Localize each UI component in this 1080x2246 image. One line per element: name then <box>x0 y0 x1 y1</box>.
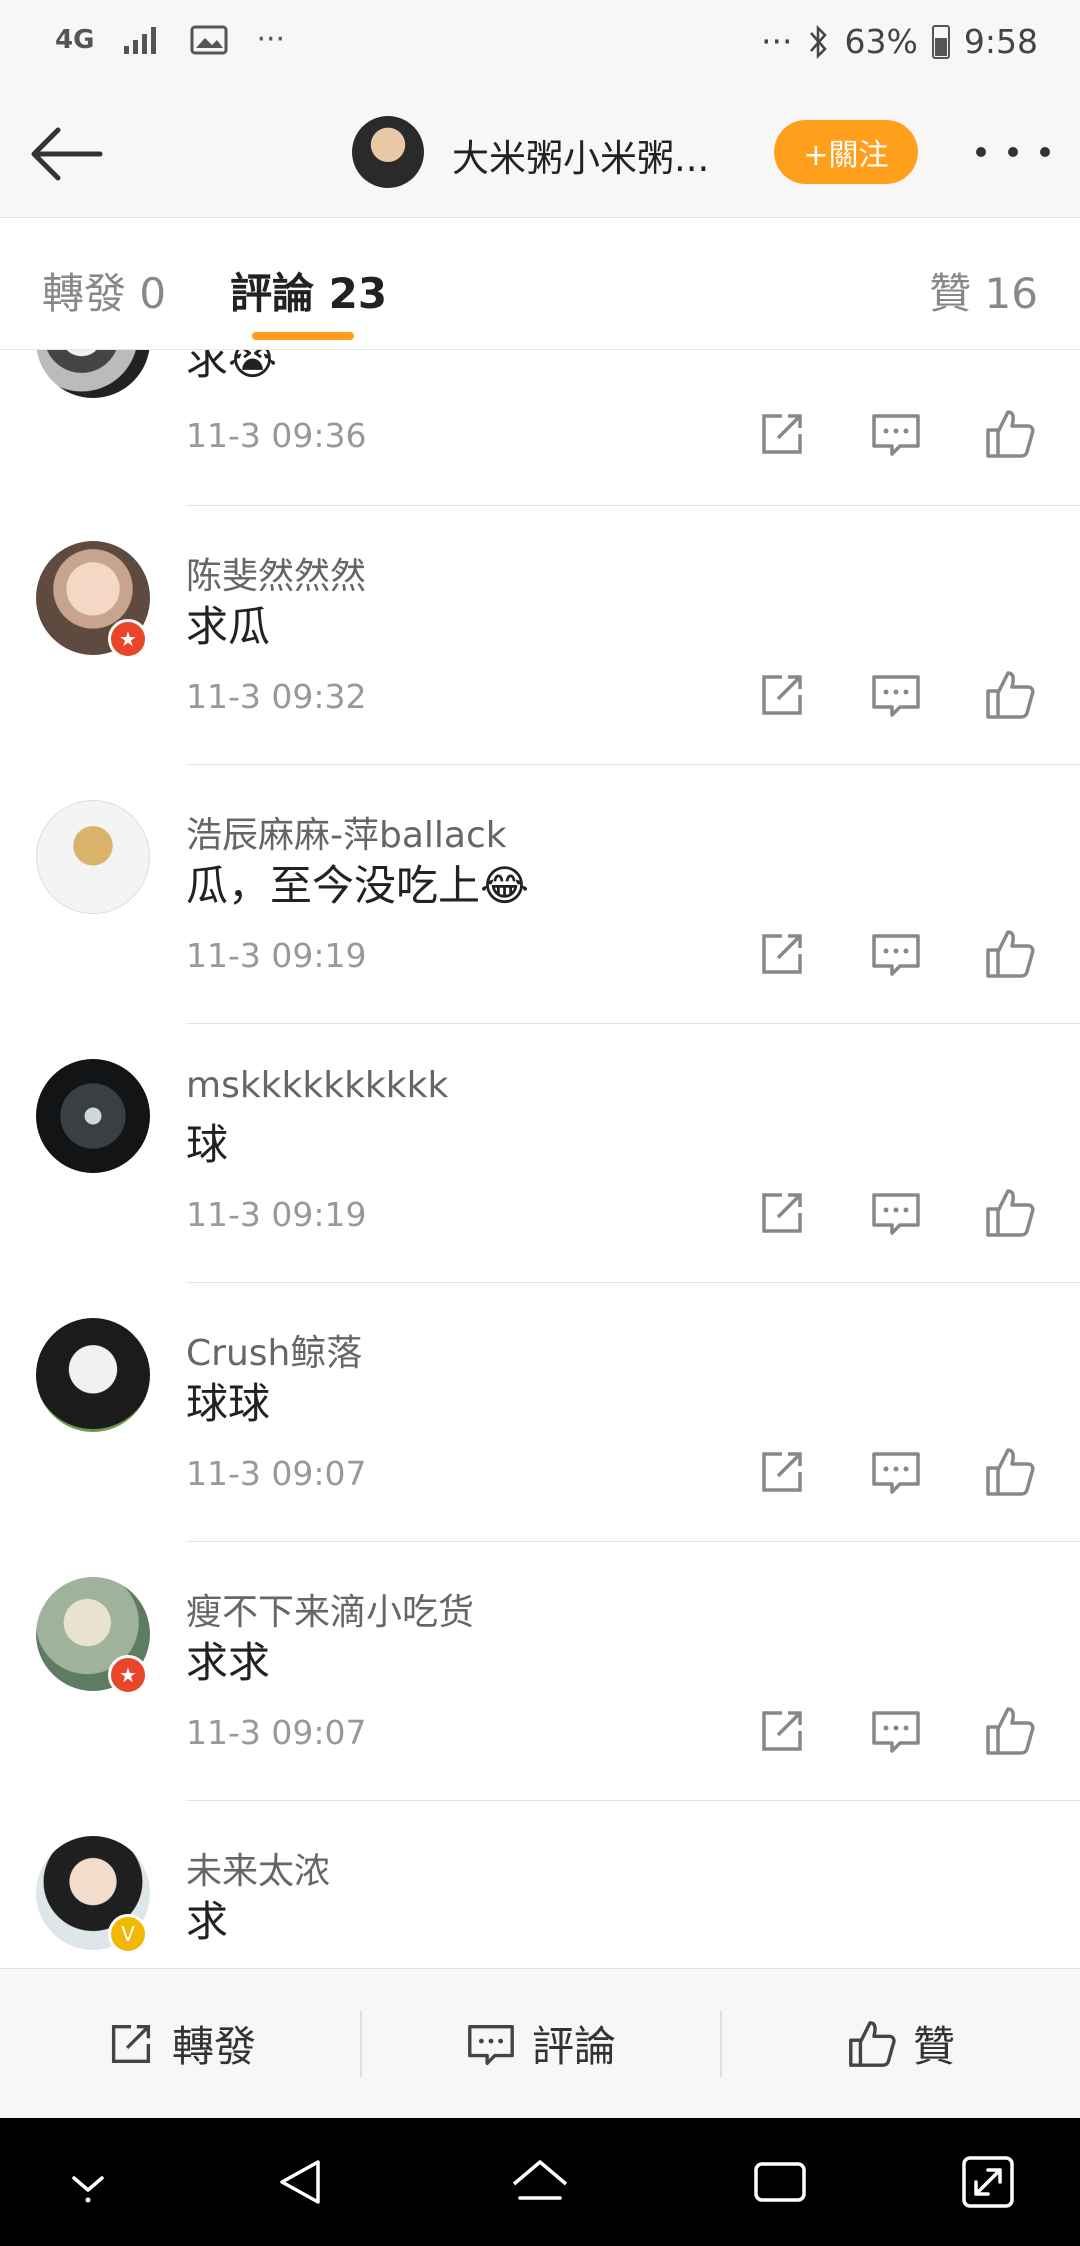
comment-text: 求😭 <box>186 350 278 384</box>
commenter-name[interactable]: mskkkkkkkkkk <box>186 1065 448 1106</box>
thumbs-up-icon <box>849 2020 896 2067</box>
tab-repost[interactable]: 轉發 0 <box>42 260 166 321</box>
comment-text: 求瓜 <box>186 602 271 651</box>
system-nav-bar <box>0 2118 1080 2246</box>
share-icon[interactable] <box>754 926 810 982</box>
comment-item: V 未来太浓 求 <box>0 1800 1080 1968</box>
reply-icon[interactable] <box>868 1703 924 1759</box>
share-icon[interactable] <box>754 1703 810 1759</box>
like-button[interactable]: 贊 <box>720 1969 1080 2118</box>
hide-keyboard-icon[interactable] <box>56 2150 120 2214</box>
tab-comments[interactable]: 評論 23 <box>230 260 387 321</box>
commenter-name[interactable]: 未来太浓 <box>186 1842 330 1894</box>
header: 大米粥小米粥... +關注 <box>0 90 1080 218</box>
home-nav-icon[interactable] <box>508 2150 572 2214</box>
active-tab-indicator <box>252 332 354 340</box>
commenter-avatar[interactable] <box>36 1318 150 1432</box>
more-options-icon[interactable] <box>976 132 1050 172</box>
thumbs-up-icon[interactable] <box>982 1185 1038 1241</box>
thumbs-up-icon[interactable] <box>982 926 1038 982</box>
vip-badge-icon: V <box>108 1914 148 1954</box>
status-bar: 4G ··· ··· 63% 9:58 <box>0 0 1080 90</box>
commenter-name[interactable]: Crush鲸落 <box>186 1324 362 1376</box>
comment-time: 11-3 09:19 <box>186 936 367 975</box>
comment-item: Crush鲸落 球球 11-3 09:07 <box>0 1282 1080 1542</box>
vip-badge-icon: ★ <box>108 619 148 659</box>
thumbs-up-icon[interactable] <box>982 1444 1038 1500</box>
comment-text: 球 <box>186 1120 229 1169</box>
share-icon[interactable] <box>754 1444 810 1500</box>
comment-time: 11-3 09:36 <box>186 416 367 455</box>
comment-time: 11-3 09:07 <box>186 1713 367 1752</box>
repost-label: 轉發 <box>171 2022 256 2071</box>
share-icon[interactable] <box>754 1185 810 1241</box>
author-avatar[interactable] <box>352 116 424 188</box>
reply-icon[interactable] <box>868 1185 924 1241</box>
screen-rotate-icon[interactable] <box>956 2150 1020 2214</box>
commenter-name[interactable]: 陈斐然然然 <box>186 547 366 599</box>
commenter-avatar[interactable] <box>36 1059 150 1173</box>
reply-icon[interactable] <box>868 406 924 462</box>
comment-label: 評論 <box>531 2022 616 2071</box>
commenter-name[interactable]: 浩辰麻麻-萍ballack <box>186 806 507 858</box>
tab-likes[interactable]: 贊 16 <box>929 260 1038 321</box>
battery-percent: 63% <box>844 22 918 61</box>
author-name[interactable]: 大米粥小米粥... <box>452 128 722 182</box>
comment-item: ★ 陈斐然然然 求瓜 11-3 09:32 <box>0 505 1080 765</box>
comment-list[interactable]: 求😭 11-3 09:36 ★ 陈斐然然然 求瓜 11-3 09:32 浩辰麻麻… <box>0 350 1080 1968</box>
follow-button[interactable]: +關注 <box>774 120 918 184</box>
share-icon[interactable] <box>754 667 810 723</box>
comment-button[interactable]: 評論 <box>360 1969 720 2118</box>
comment-time: 11-3 09:07 <box>186 1454 367 1493</box>
back-nav-icon[interactable] <box>268 2150 332 2214</box>
commenter-avatar[interactable] <box>36 800 150 914</box>
comment-time: 11-3 09:19 <box>186 1195 367 1234</box>
tab-bar: 轉發 0 評論 23 贊 16 <box>0 218 1080 350</box>
commenter-name[interactable]: 瘦不下来滴小吃货 <box>186 1583 474 1635</box>
thumbs-up-icon[interactable] <box>982 667 1038 723</box>
image-icon <box>190 25 228 54</box>
like-label: 贊 <box>912 2022 955 2071</box>
battery-icon <box>931 24 950 59</box>
network-indicator: 4G <box>55 24 95 55</box>
signal-icon <box>124 26 157 54</box>
recent-apps-icon[interactable] <box>748 2150 812 2214</box>
comment-item: mskkkkkkkkkk 球 11-3 09:19 <box>0 1023 1080 1283</box>
comment-text: 求 <box>186 1897 229 1946</box>
thumbs-up-icon[interactable] <box>982 406 1038 462</box>
share-icon[interactable] <box>754 406 810 462</box>
comment-text: 瓜，至今没吃上😂 <box>186 861 530 910</box>
back-arrow-icon[interactable] <box>28 118 108 190</box>
clock: 9:58 <box>963 22 1038 61</box>
bottom-action-bar: 轉發 評論 贊 <box>0 1968 1080 2118</box>
comment-text: 球球 <box>186 1379 271 1428</box>
repost-button[interactable]: 轉發 <box>0 1969 360 2118</box>
comment-time: 11-3 09:32 <box>186 677 367 716</box>
commenter-avatar[interactable] <box>36 350 150 398</box>
comment-icon <box>468 2024 514 2065</box>
bluetooth-icon <box>809 24 827 59</box>
comment-item: ★ 瘦不下来滴小吃货 求求 11-3 09:07 <box>0 1541 1080 1801</box>
reply-icon[interactable] <box>868 667 924 723</box>
reply-icon[interactable] <box>868 926 924 982</box>
comment-item: 浩辰麻麻-萍ballack 瓜，至今没吃上😂 11-3 09:19 <box>0 764 1080 1024</box>
status-more-icon: ··· <box>256 22 286 57</box>
vip-badge-icon: ★ <box>108 1655 148 1695</box>
status-more-right-icon: ··· <box>761 22 793 61</box>
thumbs-up-icon[interactable] <box>982 1703 1038 1759</box>
reply-icon[interactable] <box>868 1444 924 1500</box>
comment-text: 求求 <box>186 1638 271 1687</box>
share-icon <box>111 2024 151 2063</box>
comment-item: 求😭 11-3 09:36 <box>0 350 1080 506</box>
